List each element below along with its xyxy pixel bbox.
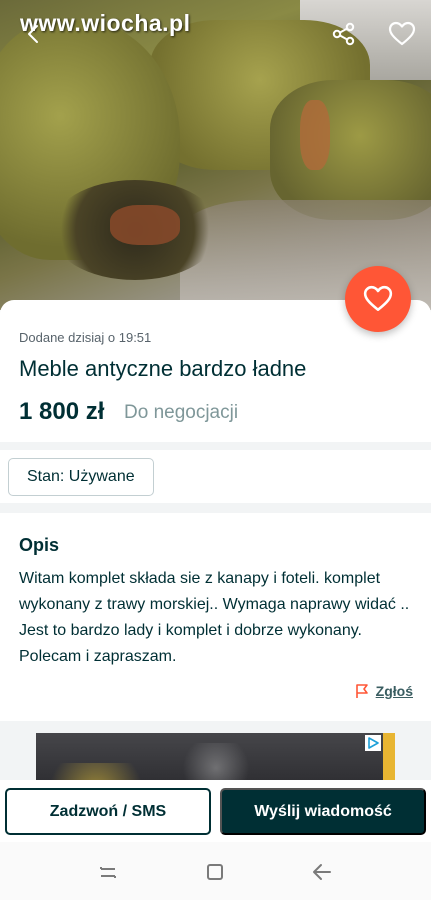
system-navigation-bar [0, 842, 431, 900]
report-label: Zgłoś [375, 683, 413, 699]
listing-price: 1 800 zł [19, 398, 105, 425]
condition-chip: Stan: Używane [8, 458, 154, 496]
home-icon[interactable] [203, 860, 227, 884]
share-icon[interactable] [328, 18, 360, 50]
params-section: Stan: Używane [0, 450, 431, 503]
recents-icon[interactable] [96, 860, 120, 884]
heart-outline-icon [363, 285, 393, 311]
negotiable-label: Do negocjacji [124, 402, 239, 423]
description-section: Opis Witam komplet składa sie z kanapy i… [0, 513, 431, 721]
description-heading: Opis [19, 535, 60, 555]
description-text: Witam komplet składa sie z kanapy i fote… [19, 570, 410, 665]
call-sms-button[interactable]: Zadzwoń / SMS [5, 788, 211, 835]
flag-icon [355, 684, 368, 698]
adchoices-icon[interactable] [365, 735, 381, 751]
favorite-button[interactable] [345, 266, 411, 332]
back-arrow-icon[interactable] [18, 18, 50, 50]
listing-date: Dodane dzisiaj o 19:51 [19, 330, 152, 345]
contact-bar: Zadzwoń / SMS Wyślij wiadomość [0, 780, 431, 842]
back-icon[interactable] [310, 860, 334, 884]
heart-outline-icon[interactable] [386, 18, 418, 50]
listing-title: Meble antyczne bardzo ładne [19, 356, 307, 381]
listing-page: www.wiocha.pl Dodane dzisiaj o 19:51 Meb… [0, 0, 431, 900]
listing-photo[interactable] [0, 0, 431, 310]
send-message-button[interactable]: Wyślij wiadomość [220, 788, 426, 835]
report-link[interactable]: Zgłoś [354, 683, 413, 699]
